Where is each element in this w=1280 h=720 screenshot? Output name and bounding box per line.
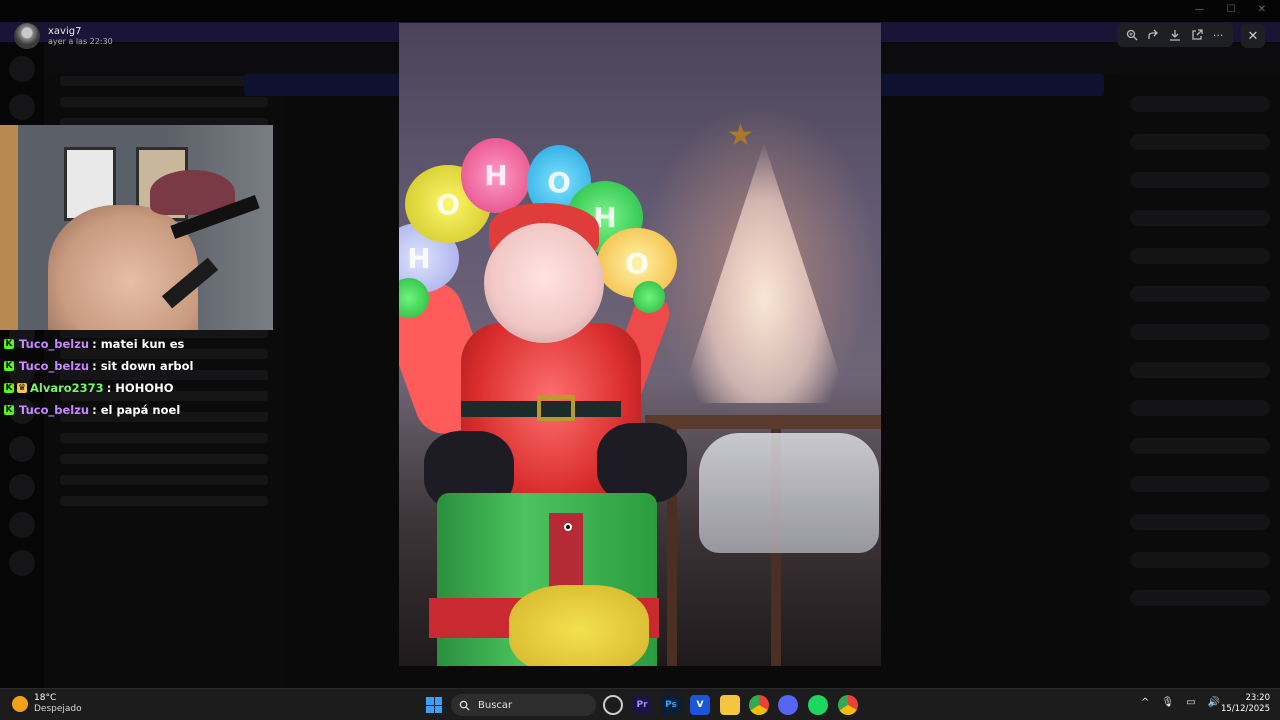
open-external-icon[interactable] bbox=[1188, 26, 1206, 44]
santa-boot-right bbox=[597, 423, 687, 503]
spotify-icon[interactable] bbox=[808, 695, 828, 715]
search-placeholder: Buscar bbox=[478, 699, 513, 711]
author-username[interactable]: xavig7 bbox=[48, 26, 113, 37]
avatar[interactable] bbox=[14, 23, 40, 49]
maximize-icon[interactable]: ☐ bbox=[1227, 4, 1236, 15]
windows-taskbar: 18°C Despejado Buscar Pr Ps V ^ 🎙 ▭ 🔊 23… bbox=[0, 688, 1280, 720]
window-close-icon[interactable]: ✕ bbox=[1258, 4, 1266, 15]
download-icon[interactable] bbox=[1166, 26, 1184, 44]
image-toolbar: ··· bbox=[1117, 23, 1233, 47]
kick-badge-icon: K bbox=[4, 383, 14, 393]
search-icon bbox=[459, 700, 470, 711]
clock-time: 23:20 bbox=[1245, 693, 1271, 703]
chat-username: Tuco_belzu bbox=[19, 403, 90, 417]
gift-bow bbox=[509, 585, 649, 666]
premiere-icon[interactable]: Pr bbox=[632, 695, 652, 715]
windows-start-icon[interactable] bbox=[426, 697, 442, 713]
microphone-icon[interactable]: 🎙 bbox=[1161, 697, 1174, 708]
network-icon[interactable]: ▭ bbox=[1186, 697, 1195, 708]
close-icon[interactable]: ✕ bbox=[1241, 24, 1265, 48]
chat-username: Tuco_belzu bbox=[19, 337, 90, 351]
window-controls: — ☐ ✕ bbox=[1195, 4, 1266, 15]
vegas-icon[interactable]: V bbox=[690, 695, 710, 715]
crown-badge-icon: ♛ bbox=[17, 383, 27, 393]
chrome-alt-icon[interactable] bbox=[838, 695, 858, 715]
image-preview[interactable]: ★ H O H O H O H O bbox=[399, 23, 881, 666]
tree-star: ★ bbox=[727, 118, 754, 153]
author-timestamp: ayer a las 22:30 bbox=[48, 37, 113, 46]
chat-message: K Tuco_belzu : sit down arbol bbox=[4, 355, 193, 377]
system-tray: ^ 🎙 ▭ 🔊 bbox=[1141, 697, 1220, 708]
window-titlebar: — ☐ ✕ bbox=[0, 0, 1280, 22]
chair bbox=[699, 433, 879, 553]
stream-chat: K Tuco_belzu : matei kun es K Tuco_belzu… bbox=[4, 333, 193, 421]
photoshop-icon[interactable]: Ps bbox=[661, 695, 681, 715]
weather-sun-icon bbox=[12, 696, 28, 712]
member-list bbox=[1120, 74, 1280, 688]
weather-temp: 18°C bbox=[34, 693, 57, 703]
more-icon[interactable]: ··· bbox=[1209, 26, 1227, 44]
taskbar-search[interactable]: Buscar bbox=[451, 694, 596, 716]
minimize-icon[interactable]: — bbox=[1195, 4, 1205, 15]
chat-message: K Tuco_belzu : matei kun es bbox=[4, 333, 193, 355]
kick-badge-icon: K bbox=[4, 361, 14, 371]
system-clock[interactable]: 23:20 15/12/2025 bbox=[1221, 693, 1270, 715]
chat-username: Alvaro2373 bbox=[30, 381, 104, 395]
chat-text: : el papá noel bbox=[92, 403, 181, 417]
table bbox=[645, 415, 881, 429]
clock-date: 15/12/2025 bbox=[1221, 704, 1270, 714]
chat-text: : HOHOHO bbox=[106, 381, 174, 395]
balloon-letter: H bbox=[461, 138, 531, 213]
chrome-icon[interactable] bbox=[749, 695, 769, 715]
chat-message: K Tuco_belzu : el papá noel bbox=[4, 399, 193, 421]
chat-text: : matei kun es bbox=[92, 337, 185, 351]
file-explorer-icon[interactable] bbox=[720, 695, 740, 715]
weather-widget[interactable]: 18°C Despejado bbox=[12, 693, 82, 715]
santa-head bbox=[484, 223, 604, 343]
volume-icon[interactable]: 🔊 bbox=[1208, 697, 1220, 708]
webcam-overlay bbox=[0, 125, 273, 330]
mouse-cursor bbox=[564, 523, 572, 531]
balloon-letter: O bbox=[633, 281, 665, 313]
kick-badge-icon: K bbox=[4, 339, 14, 349]
weather-desc: Despejado bbox=[34, 704, 82, 714]
discord-icon[interactable] bbox=[778, 695, 798, 715]
chatgpt-icon[interactable] bbox=[603, 695, 623, 715]
chat-message: K ♛ Alvaro2373 : HOHOHO bbox=[4, 377, 193, 399]
santa-buckle bbox=[537, 395, 575, 421]
forward-icon[interactable] bbox=[1144, 26, 1162, 44]
chat-username: Tuco_belzu bbox=[19, 359, 90, 373]
chevron-up-icon[interactable]: ^ bbox=[1141, 697, 1149, 708]
chat-text: : sit down arbol bbox=[92, 359, 194, 373]
image-author: xavig7 ayer a las 22:30 bbox=[14, 23, 113, 49]
kick-badge-icon: K bbox=[4, 405, 14, 415]
zoom-in-icon[interactable] bbox=[1123, 26, 1141, 44]
